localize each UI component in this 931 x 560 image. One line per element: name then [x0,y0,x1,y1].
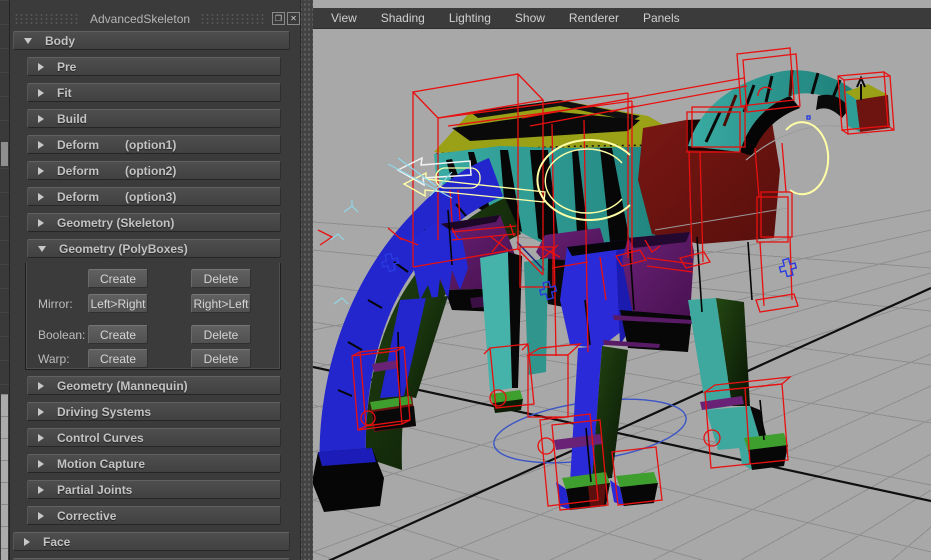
chevron-right-icon [38,193,44,201]
section-label: Deform [57,190,99,204]
close-icon[interactable]: ✕ [287,12,300,25]
mirror-button[interactable]: Left>Right [88,294,148,313]
button[interactable]: Delete [191,269,251,288]
section-pre[interactable]: Pre [27,57,281,76]
menu-renderer[interactable]: Renderer [557,11,631,25]
section-label: Body [45,34,75,48]
chevron-right-icon [38,167,44,175]
boolean-button[interactable]: Delete [191,325,251,344]
section-geo-skeleton[interactable]: Geometry (Skeleton) [27,213,281,232]
section-label: Geometry (Mannequin) [57,379,188,393]
section-motion-capture[interactable]: Motion Capture [27,454,281,473]
menu-shading[interactable]: Shading [369,11,437,25]
chevron-right-icon [38,63,44,71]
rail-cells [1,394,8,560]
section-label: Deform [57,138,99,152]
panel-sections: Body Pre Fit Build Deform (option1) Deform (opt… [10,31,300,560]
chevron-right-icon [38,486,44,494]
menu-panels[interactable]: Panels [631,11,692,25]
chevron-right-icon [38,408,44,416]
section-partial-joints[interactable]: Partial Joints [27,480,281,499]
section-label: Pre [57,60,76,74]
chevron-right-icon [38,382,44,390]
chevron-down-icon [38,246,46,252]
polyboxes-controls: CreateDeleteMirror:Left>RightRight>LeftB… [25,263,281,370]
menu-view[interactable]: View [319,11,369,25]
section-label: Partial Joints [57,483,132,497]
warp-button[interactable]: Create [88,349,148,368]
section-corrective[interactable]: Corrective [27,506,281,525]
maya-window: AdvancedSkeleton ❐ ✕ Body Pre Fit Build Defo… [0,0,931,560]
chevron-right-icon [38,460,44,468]
section-deform-option2[interactable]: Deform (option2) [27,161,281,180]
chevron-right-icon [38,141,44,149]
button[interactable]: Create [88,269,148,288]
boolean-button[interactable]: Create [88,325,148,344]
section-label: Motion Capture [57,457,145,471]
viewport-canvas[interactable] [313,29,931,560]
section-driving-systems[interactable]: Driving Systems [27,402,281,421]
viewport-panel[interactable]: ViewShadingLightingShowRendererPanels [313,0,931,560]
section-label: Face [43,535,70,549]
section-deform-option1[interactable]: Deform (option1) [27,135,281,154]
mirror-button[interactable]: Right>Left [191,294,251,313]
section-deform-option3[interactable]: Deform (option3) [27,187,281,206]
advancedskeleton-panel: AdvancedSkeleton ❐ ✕ Body Pre Fit Build Defo… [10,0,300,560]
rail-cell [1,142,8,166]
chevron-right-icon [38,89,44,97]
section-option-label: (option2) [125,164,176,178]
panel-scrollbar[interactable] [300,0,313,560]
chevron-right-icon [38,434,44,442]
section-label: Build [57,112,87,126]
section-geo-mannequin[interactable]: Geometry (Mannequin) [27,376,281,395]
panel-title: AdvancedSkeleton [84,12,196,26]
section-label: Corrective [57,509,116,523]
section-geo-polyboxes[interactable]: Geometry (PolyBoxes) [27,239,281,258]
chevron-right-icon [38,219,44,227]
section-build[interactable]: Build [27,109,281,128]
chevron-right-icon [38,115,44,123]
section-option-label: (option1) [125,138,176,152]
section-body[interactable]: Body [13,31,290,50]
restore-icon[interactable]: ❐ [272,12,285,25]
section-label: Geometry (PolyBoxes) [59,242,188,256]
menu-lighting[interactable]: Lighting [437,11,503,25]
section-option-label: (option3) [125,190,176,204]
titlebar-texture [200,13,266,24]
section-control-curves[interactable]: Control Curves [27,428,281,447]
warp-button[interactable]: Delete [191,349,251,368]
chevron-down-icon [24,38,32,44]
section-label: Geometry (Skeleton) [57,216,174,230]
section-face[interactable]: Face [13,532,290,551]
section-label: Driving Systems [57,405,151,419]
section-label: Deform [57,164,99,178]
viewport-menubar: ViewShadingLightingShowRendererPanels [313,8,931,29]
titlebar-texture [14,13,80,24]
section-label: Control Curves [57,431,144,445]
section-fit[interactable]: Fit [27,83,281,102]
chevron-right-icon [38,512,44,520]
left-toolbar-rail[interactable] [0,0,10,560]
section-label: Fit [57,86,72,100]
panel-titlebar[interactable]: AdvancedSkeleton ❐ ✕ [10,9,300,28]
menu-show[interactable]: Show [503,11,557,25]
chevron-right-icon [24,538,30,546]
